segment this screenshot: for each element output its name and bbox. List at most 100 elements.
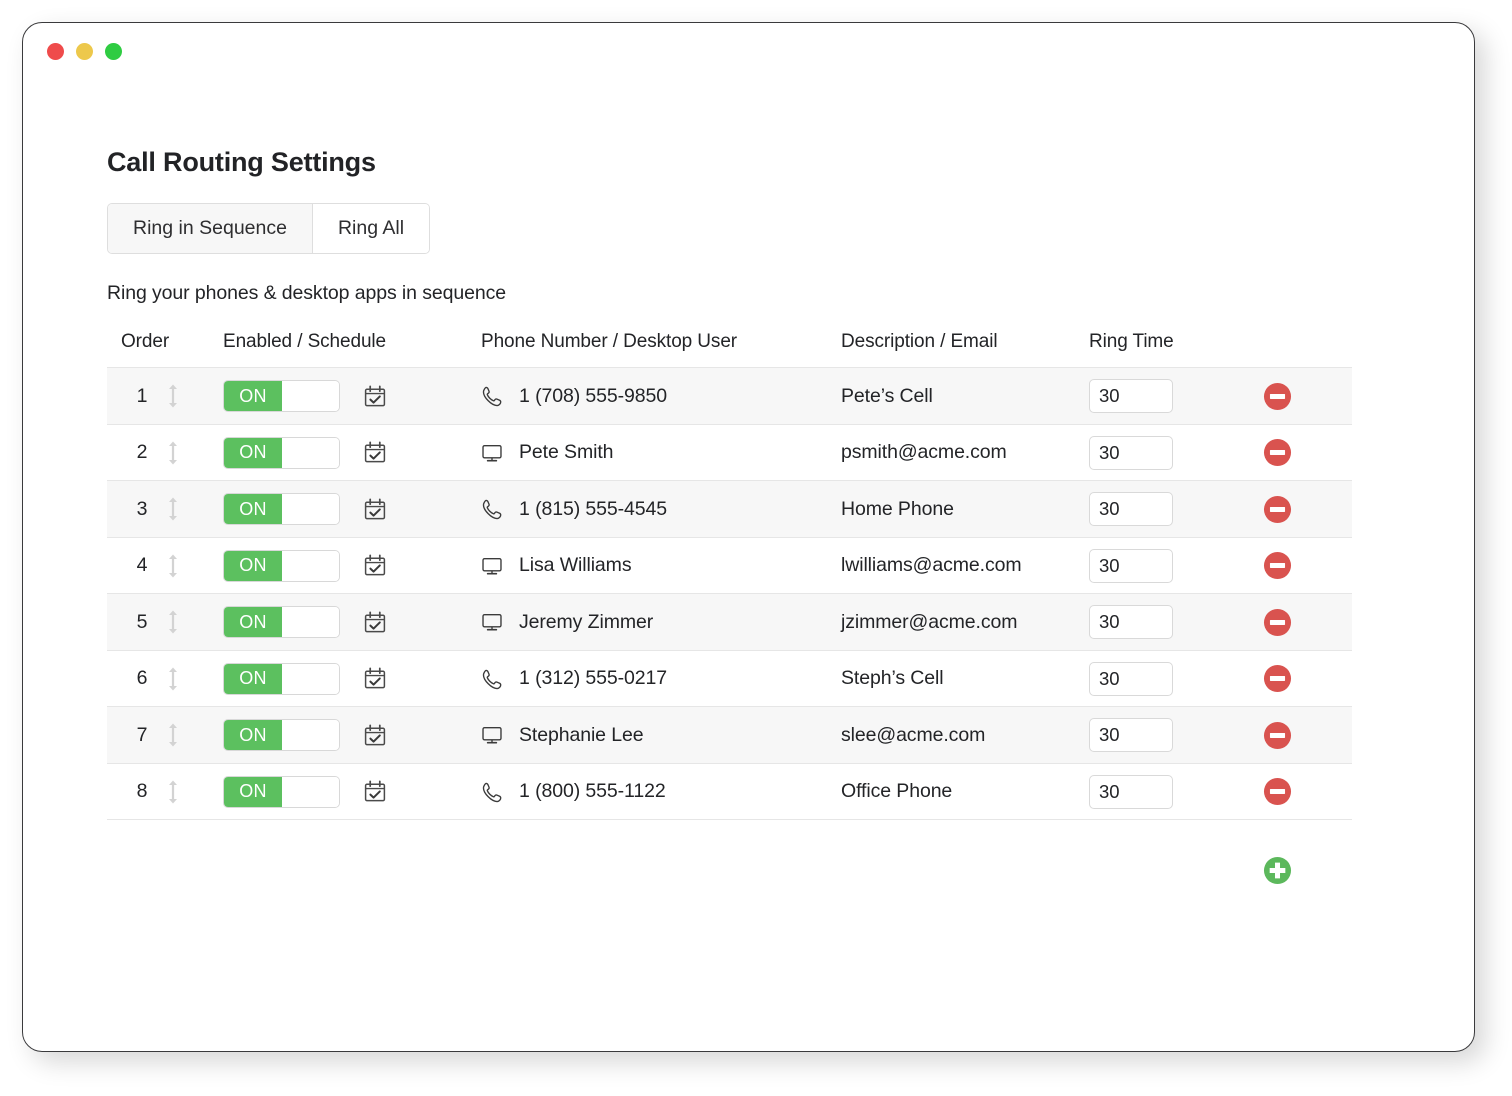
main-content: Call Routing Settings Ring in Sequence R… bbox=[107, 147, 1414, 885]
remove-destination-button[interactable] bbox=[1263, 777, 1292, 806]
page-title: Call Routing Settings bbox=[107, 147, 376, 177]
phone-icon bbox=[482, 499, 502, 520]
calendar-check-icon[interactable] bbox=[364, 498, 386, 521]
remove-circle-icon[interactable] bbox=[1263, 438, 1292, 467]
calendar-check-icon[interactable] bbox=[364, 385, 386, 408]
desktop-monitor-icon bbox=[482, 444, 502, 462]
drag-handle-icon[interactable] bbox=[167, 496, 179, 522]
calendar-check-icon[interactable] bbox=[364, 780, 386, 803]
toggle-on-label: ON bbox=[224, 381, 282, 412]
cell-ring-time bbox=[1089, 367, 1259, 425]
enabled-toggle[interactable]: ON bbox=[223, 549, 340, 582]
drag-handle-icon[interactable] bbox=[167, 779, 179, 805]
remove-circle-icon[interactable] bbox=[1263, 608, 1292, 637]
ring-time-input[interactable] bbox=[1089, 605, 1173, 640]
ring-time-input[interactable] bbox=[1089, 379, 1173, 414]
toggle-track-off bbox=[282, 494, 339, 525]
toggle-track-off bbox=[282, 437, 339, 468]
column-header-ring-time: Ring Time bbox=[1089, 331, 1174, 353]
drag-handle-icon[interactable] bbox=[167, 383, 179, 409]
table-row: 5 ON Jeremy Zimmer jzimmer@acme.com bbox=[107, 593, 1352, 651]
table-row: 8 ON 1 (800) 555-1122 Office Phone bbox=[107, 762, 1352, 821]
cell-enabled-schedule: ON bbox=[223, 423, 481, 481]
cell-description: slee@acme.com bbox=[841, 706, 1089, 764]
remove-destination-button[interactable] bbox=[1263, 495, 1292, 524]
drag-handle-icon[interactable] bbox=[167, 666, 179, 692]
app-window: Call Routing Settings Ring in Sequence R… bbox=[22, 22, 1475, 1052]
ring-time-input[interactable] bbox=[1089, 492, 1173, 527]
phone-icon bbox=[482, 782, 502, 802]
remove-circle-icon[interactable] bbox=[1263, 721, 1292, 750]
toggle-track-off bbox=[282, 663, 339, 694]
drag-handle-icon[interactable] bbox=[167, 440, 179, 466]
tab-ring-all[interactable]: Ring All bbox=[312, 204, 430, 254]
toggle-on-label: ON bbox=[224, 720, 282, 751]
table-row: 4 ON Lisa Williams lwilliams@acme.com bbox=[107, 536, 1352, 594]
cell-phone-or-user: Stephanie Lee bbox=[481, 706, 841, 764]
drag-handle-icon[interactable] bbox=[167, 722, 179, 748]
tab-ring-in-sequence[interactable]: Ring in Sequence bbox=[108, 204, 313, 254]
remove-circle-icon[interactable] bbox=[1263, 551, 1292, 580]
calendar-check-icon[interactable] bbox=[364, 667, 386, 690]
cell-order: 6 bbox=[107, 649, 223, 707]
order-number: 4 bbox=[136, 554, 148, 577]
ring-time-input[interactable] bbox=[1089, 661, 1173, 696]
remove-destination-button[interactable] bbox=[1263, 721, 1292, 750]
cell-phone-or-user: 1 (800) 555-1122 bbox=[481, 762, 841, 821]
remove-circle-icon[interactable] bbox=[1263, 382, 1292, 411]
column-header-actions bbox=[1259, 331, 1352, 368]
calendar-check-icon[interactable] bbox=[364, 554, 386, 577]
remove-destination-button[interactable] bbox=[1263, 608, 1292, 637]
ring-time-input[interactable] bbox=[1089, 548, 1173, 583]
enabled-toggle[interactable]: ON bbox=[223, 719, 340, 752]
toggle-track-off bbox=[282, 550, 339, 581]
remove-circle-icon[interactable] bbox=[1263, 495, 1292, 524]
minimize-window-button[interactable] bbox=[76, 43, 93, 60]
cell-phone-or-user: Pete Smith bbox=[481, 423, 841, 481]
column-header-order: Order bbox=[121, 331, 170, 353]
calendar-check-icon[interactable] bbox=[364, 724, 386, 747]
toggle-on-label: ON bbox=[224, 607, 282, 638]
drag-handle-icon[interactable] bbox=[167, 609, 179, 635]
ring-time-input[interactable] bbox=[1089, 774, 1173, 809]
order-number: 8 bbox=[136, 780, 148, 803]
cell-description: lwilliams@acme.com bbox=[841, 536, 1089, 594]
cell-order: 8 bbox=[107, 762, 223, 821]
cell-actions bbox=[1259, 480, 1352, 538]
enabled-toggle[interactable]: ON bbox=[223, 380, 340, 413]
cell-description: psmith@acme.com bbox=[841, 423, 1089, 481]
cell-phone-or-user: 1 (312) 555-0217 bbox=[481, 649, 841, 707]
description-text: Home Phone bbox=[841, 497, 954, 520]
drag-handle-icon[interactable] bbox=[167, 553, 179, 579]
cell-enabled-schedule: ON bbox=[223, 706, 481, 764]
ring-time-input[interactable] bbox=[1089, 718, 1173, 753]
calendar-check-icon[interactable] bbox=[364, 611, 386, 634]
description-text: Office Phone bbox=[841, 780, 953, 803]
enabled-toggle[interactable]: ON bbox=[223, 493, 340, 526]
column-header-enabled: Enabled / Schedule bbox=[223, 331, 386, 353]
ring-time-input[interactable] bbox=[1089, 435, 1173, 470]
table-body: 1 ON 1 (708) 555-9850 Pete’s Cell 2 ON Pete Sm… bbox=[107, 367, 1352, 821]
toggle-on-label: ON bbox=[224, 550, 282, 581]
cell-description: Office Phone bbox=[841, 762, 1089, 821]
cell-ring-time bbox=[1089, 536, 1259, 594]
enabled-toggle[interactable]: ON bbox=[223, 606, 340, 639]
cell-ring-time bbox=[1089, 423, 1259, 481]
calendar-check-icon[interactable] bbox=[364, 441, 386, 464]
enabled-toggle[interactable]: ON bbox=[223, 775, 340, 808]
remove-destination-button[interactable] bbox=[1263, 382, 1292, 411]
order-number: 3 bbox=[136, 497, 148, 520]
remove-destination-button[interactable] bbox=[1263, 438, 1292, 467]
toggle-on-label: ON bbox=[224, 776, 282, 807]
remove-circle-icon[interactable] bbox=[1263, 664, 1292, 693]
add-destination-button[interactable] bbox=[1263, 856, 1292, 885]
cell-phone-or-user: 1 (708) 555-9850 bbox=[481, 367, 841, 425]
phone-or-user-text: 1 (312) 555-0217 bbox=[519, 667, 668, 690]
remove-destination-button[interactable] bbox=[1263, 664, 1292, 693]
remove-circle-icon[interactable] bbox=[1263, 777, 1292, 806]
maximize-window-button[interactable] bbox=[105, 43, 122, 60]
close-window-button[interactable] bbox=[47, 43, 64, 60]
enabled-toggle[interactable]: ON bbox=[223, 662, 340, 695]
enabled-toggle[interactable]: ON bbox=[223, 436, 340, 469]
remove-destination-button[interactable] bbox=[1263, 551, 1292, 580]
